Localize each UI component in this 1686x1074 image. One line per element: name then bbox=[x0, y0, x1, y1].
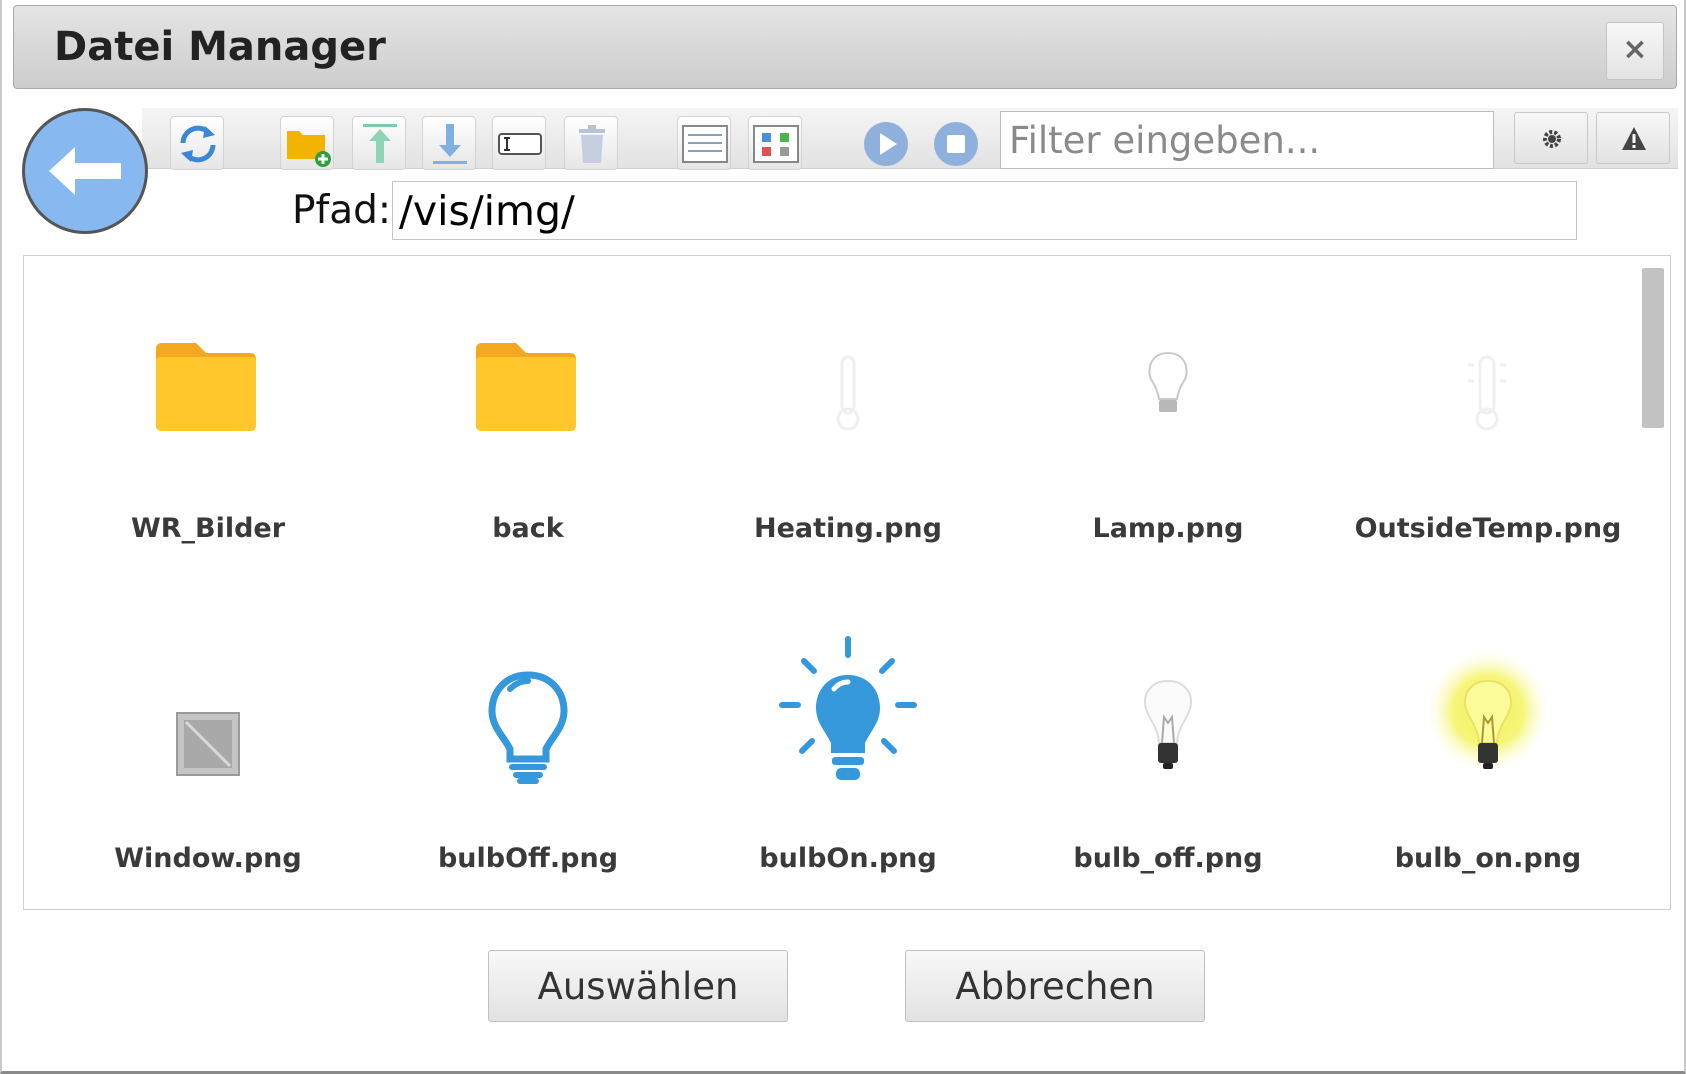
file-item-bulb-off[interactable]: bulb_off.png bbox=[1008, 611, 1328, 909]
close-button[interactable]: × bbox=[1606, 22, 1664, 80]
file-name: OutsideTemp.png bbox=[1354, 513, 1622, 544]
path-input[interactable] bbox=[392, 181, 1577, 240]
upload-icon bbox=[363, 124, 397, 163]
new-folder-button[interactable] bbox=[280, 116, 334, 170]
file-name: Heating.png bbox=[754, 513, 942, 544]
file-item-bulb-on[interactable]: bulb_on.png bbox=[1328, 611, 1648, 909]
lamp-icon bbox=[1148, 351, 1188, 412]
file-name: Lamp.png bbox=[1092, 513, 1244, 544]
new-folder-icon bbox=[287, 131, 331, 167]
file-item-wr-bilder[interactable]: WR_Bilder bbox=[48, 281, 368, 611]
settings-button[interactable] bbox=[1514, 112, 1588, 164]
file-name: WR_Bilder bbox=[130, 513, 286, 544]
list-view-button[interactable] bbox=[677, 116, 731, 170]
stop-button[interactable] bbox=[928, 116, 982, 170]
file-item-lamp[interactable]: Lamp.png bbox=[1008, 281, 1328, 611]
grid-view-icon bbox=[753, 125, 799, 163]
thermometer-icon bbox=[836, 355, 860, 431]
rename-icon bbox=[498, 133, 542, 155]
file-name: back bbox=[492, 513, 564, 544]
file-list-panel: WR_Bilder back Heating.png Lamp.png Outs… bbox=[23, 255, 1671, 910]
download-icon bbox=[433, 124, 467, 164]
bulb-off-icon bbox=[1144, 679, 1192, 769]
warning-icon bbox=[1622, 127, 1646, 150]
play-button[interactable] bbox=[858, 116, 912, 170]
title-bar: Datei Manager × bbox=[13, 5, 1677, 89]
dialog-title: Datei Manager bbox=[54, 24, 386, 70]
play-icon bbox=[864, 122, 908, 166]
window-icon bbox=[176, 712, 240, 776]
delete-button[interactable] bbox=[564, 116, 618, 170]
outside-temp-icon bbox=[1468, 355, 1506, 431]
file-item-heating[interactable]: Heating.png bbox=[688, 281, 1008, 611]
delete-icon bbox=[579, 125, 605, 163]
back-button[interactable] bbox=[22, 108, 148, 234]
file-item-back[interactable]: back bbox=[368, 281, 688, 611]
bulb-on-icon bbox=[779, 636, 917, 780]
file-name: Window.png bbox=[114, 843, 302, 874]
file-name: bulbOff.png bbox=[437, 843, 619, 874]
file-item-bulboff[interactable]: bulbOff.png bbox=[368, 611, 688, 909]
back-arrow-icon bbox=[49, 147, 121, 195]
grid-view-button[interactable] bbox=[748, 116, 802, 170]
filter-input[interactable] bbox=[1000, 111, 1494, 169]
bulb-glow-icon bbox=[1424, 647, 1552, 775]
file-item-window[interactable]: Window.png bbox=[48, 611, 368, 909]
cancel-button[interactable]: Abbrechen bbox=[905, 950, 1205, 1022]
warning-button[interactable] bbox=[1596, 112, 1670, 164]
upload-button[interactable] bbox=[352, 116, 406, 170]
select-button[interactable]: Auswählen bbox=[488, 950, 788, 1022]
settings-icon bbox=[1543, 130, 1561, 148]
file-item-outsidetemp[interactable]: OutsideTemp.png bbox=[1328, 281, 1648, 611]
refresh-button[interactable] bbox=[170, 116, 224, 170]
download-button[interactable] bbox=[422, 116, 476, 170]
file-name: bulbOn.png bbox=[759, 843, 937, 874]
folder-icon bbox=[156, 343, 256, 431]
stop-icon bbox=[934, 122, 978, 166]
file-item-bulbon[interactable]: bulbOn.png bbox=[688, 611, 1008, 909]
list-view-icon bbox=[682, 125, 728, 163]
path-label: Pfad: bbox=[292, 188, 392, 233]
file-name: bulb_off.png bbox=[1073, 843, 1263, 874]
folder-icon bbox=[476, 343, 576, 431]
file-name: bulb_on.png bbox=[1394, 843, 1582, 874]
bulb-outline-icon bbox=[488, 671, 568, 784]
file-manager-dialog: Datei Manager × Filter eingeben... Pfad:… bbox=[0, 0, 1686, 1074]
rename-button[interactable] bbox=[492, 116, 546, 170]
file-list-scrollbar[interactable] bbox=[1642, 268, 1664, 428]
refresh-icon bbox=[180, 125, 216, 163]
